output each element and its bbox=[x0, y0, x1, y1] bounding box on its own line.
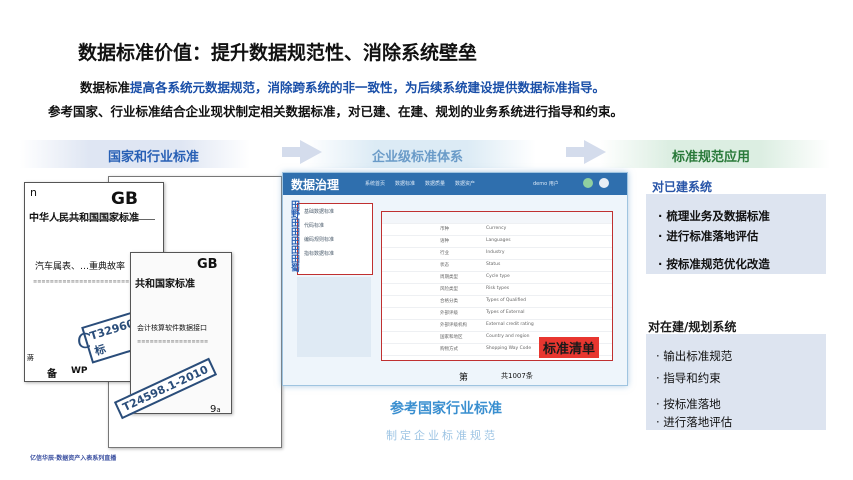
planned-systems-panel: · 输出标准规范 · 指导和约束 · 按标准落地 · 进行落地评估 bbox=[646, 334, 826, 430]
sidebar-item-basic[interactable]: 基础数据标准 bbox=[304, 208, 334, 215]
doc2-page-number: 9a bbox=[210, 404, 221, 415]
settings-icon[interactable] bbox=[583, 178, 593, 188]
sidebar-item-encoding[interactable]: 编码规则标准 bbox=[304, 236, 334, 243]
doc1-n: n bbox=[30, 186, 37, 199]
table-header-row bbox=[382, 212, 612, 224]
avatar[interactable] bbox=[599, 178, 609, 188]
planned-item-1: · 输出标准规范 bbox=[656, 349, 733, 363]
app-vertical-label: 田野田田田田田蜀 bbox=[289, 200, 299, 272]
app-sidebar: 基础数据标准 代码标准 编码规则标准 指标数据标准 bbox=[297, 203, 373, 275]
nav-data-standard[interactable]: 数据标准 bbox=[395, 180, 415, 187]
table-row[interactable]: 语种 Languages bbox=[382, 236, 612, 248]
existing-systems-title: 对已建系统 bbox=[652, 180, 713, 194]
pagination-total: 共1007条 bbox=[501, 372, 533, 380]
left-column-header: 国家和行业标准 bbox=[108, 150, 200, 165]
doc2-subtitle: 会计核算软件数据接口 bbox=[137, 324, 207, 332]
doc2-stamp: T24598.1-2010 bbox=[113, 357, 217, 420]
footer-caption: 亿信华辰·数据资产入表系列直播 bbox=[30, 455, 117, 462]
pagination-page: 第 bbox=[459, 373, 469, 383]
existing-systems-panel: · 梳理业务及数据标准 · 进行标准落地评估 · 按标准规范优化改造 bbox=[646, 194, 826, 274]
intro-line-1: 数据标准提高各系统元数据规范，消除跨系统的非一致性，为后续系统建设提供数据标准指… bbox=[80, 77, 605, 96]
existing-item-3: · 按标准规范优化改造 bbox=[658, 257, 770, 271]
center-sublabel: 制定企业标准规范 bbox=[386, 429, 498, 442]
app-title: 数据治理 bbox=[291, 178, 340, 192]
intro-line-2: 参考国家、行业标准结合企业现状制定相关数据标准，对已建、在建、规划的业务系统进行… bbox=[48, 104, 624, 119]
center-label: 参考国家行业标准 bbox=[390, 401, 502, 417]
table-row[interactable]: 状态 Status bbox=[382, 260, 612, 272]
intro-line-1-prefix: 数据标准 bbox=[80, 80, 131, 95]
planned-item-4: · 进行落地评估 bbox=[656, 415, 733, 429]
middle-column-header: 企业级标准体系 bbox=[372, 150, 464, 165]
existing-item-1: · 梳理业务及数据标准 bbox=[658, 209, 770, 223]
table-row[interactable]: 周期类型 Cycle type bbox=[382, 272, 612, 284]
table-row[interactable]: 风险类型 Risk types bbox=[382, 284, 612, 296]
right-column-header: 标准规范应用 bbox=[672, 150, 751, 165]
data-governance-app: 数据治理 系统首页 数据标准 数据质量 数据资产 demo 用户 基础数据标准 … bbox=[282, 172, 628, 386]
page-title: 数据标准价值：提升数据规范性、消除系统壁垒 bbox=[78, 42, 478, 64]
arrow-right-icon bbox=[566, 140, 606, 164]
user-name[interactable]: demo 用户 bbox=[533, 180, 559, 187]
doc2-body-text: ≡≡≡≡≡≡≡≡≡≡≡≡≡≡≡≡≡ bbox=[137, 339, 209, 345]
sidebar-item-code[interactable]: 代码标准 bbox=[304, 222, 324, 229]
planned-item-2: · 指导和约束 bbox=[656, 371, 721, 385]
table-row[interactable]: 币种 Currency bbox=[382, 224, 612, 236]
doc1-gb-mark: GB bbox=[111, 189, 138, 209]
nav-home[interactable]: 系统首页 bbox=[365, 180, 385, 187]
doc2-gb-mark: GB bbox=[197, 257, 218, 272]
existing-item-2: · 进行标准落地评估 bbox=[658, 229, 759, 243]
doc1-footer-mark: 蔣 bbox=[27, 354, 34, 362]
doc1-subtitle: 汽车属表、…重典故率 bbox=[35, 262, 126, 272]
doc2-title: 共和国家标准 bbox=[135, 279, 195, 290]
app-topbar: 数据治理 系统首页 数据标准 数据质量 数据资产 demo 用户 bbox=[283, 173, 627, 195]
nav-data-quality[interactable]: 数据质量 bbox=[425, 180, 445, 187]
planned-systems-title: 对在建/规划系统 bbox=[648, 320, 737, 334]
sidebar-lower-panel bbox=[297, 277, 371, 357]
sidebar-item-metric[interactable]: 指标数据标准 bbox=[304, 250, 334, 257]
table-row[interactable]: 行业 Industry bbox=[382, 248, 612, 260]
doc1-c-mark: C bbox=[77, 329, 91, 353]
intro-line-1-highlight: 提高各系统元数据规范，消除跨系统的非一致性，为后续系统建设提供数据标准指导。 bbox=[130, 80, 606, 95]
doc1-rule bbox=[55, 219, 155, 220]
table-row[interactable]: 外部评级 Types of External bbox=[382, 308, 612, 320]
arrow-right-icon bbox=[282, 140, 322, 164]
doc1-footer-a: 备 bbox=[47, 369, 57, 380]
doc2-page-sub: a bbox=[216, 406, 221, 414]
table-row[interactable]: 合格分类 Types of Qualified bbox=[382, 296, 612, 308]
nav-data-assets[interactable]: 数据资产 bbox=[455, 180, 475, 187]
planned-item-3: · 按标准落地 bbox=[656, 397, 721, 411]
table-row[interactable]: 外部评级机构 External credit rating bbox=[382, 320, 612, 332]
standard-document-2: GB 共和国家标准 会计核算软件数据接口 ≡≡≡≡≡≡≡≡≡≡≡≡≡≡≡≡≡ T… bbox=[113, 252, 232, 420]
standard-list-badge: 标准清单 bbox=[539, 337, 600, 358]
doc1-title: 中华人民共和国国家标准 bbox=[29, 213, 139, 224]
doc1-footer-b: WP bbox=[71, 366, 88, 376]
